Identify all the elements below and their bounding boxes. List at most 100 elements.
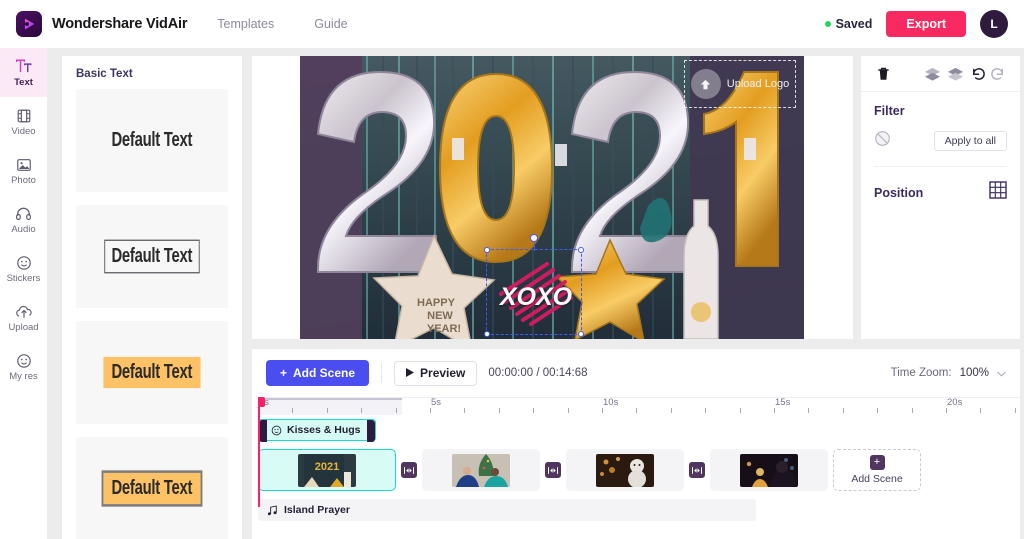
vidair-editor-app: Wondershare VidAir Templates Guide Saved…	[0, 0, 1024, 539]
time-zoom-control[interactable]: Time Zoom: 100%	[891, 364, 1006, 382]
upload-logo-dropzone[interactable]: Upload Logo	[684, 60, 796, 108]
ruler-tick	[739, 408, 741, 413]
ruler-tick	[430, 408, 431, 413]
upload-arrow-icon	[690, 69, 721, 99]
preview-button[interactable]: Preview	[394, 360, 478, 386]
timeline-ruler[interactable]: 0s5s10s15s20s	[258, 397, 1020, 415]
text-template-preview: Default Text	[101, 470, 203, 507]
scene-clip[interactable]	[566, 449, 684, 491]
text-template-card[interactable]: Default Text	[76, 437, 228, 539]
ruler-tick	[980, 408, 982, 413]
ruler-active-range	[258, 398, 402, 415]
trim-handle-left[interactable]	[259, 420, 267, 442]
sidebar-item-text[interactable]: Text	[0, 48, 47, 97]
time-current: 00:00:00	[488, 367, 534, 379]
transition-icon[interactable]	[689, 462, 705, 478]
text-icon	[15, 58, 32, 76]
time-total: 00:14:68	[542, 367, 588, 379]
redo-icon[interactable]	[988, 66, 1007, 82]
grid-icon[interactable]	[989, 181, 1007, 204]
sidebar-item-upload[interactable]: Upload	[0, 293, 47, 342]
sidebar-item-label: Audio	[11, 223, 36, 235]
filter-row: Apply to all	[874, 130, 1007, 152]
video-canvas[interactable]: HAPPY NEW YEAR! Upload Logo XOXO	[300, 56, 804, 339]
plus-icon: +	[869, 455, 885, 470]
no-filter-icon[interactable]	[874, 130, 891, 152]
sidebar-item-stickers[interactable]: Stickers	[0, 244, 47, 293]
ruler-tick	[533, 408, 535, 413]
nav-item-guide[interactable]: Guide	[314, 17, 347, 31]
app-logo[interactable]	[16, 11, 42, 37]
upload-cloud-icon	[15, 303, 33, 321]
text-template-panel: Basic Text Default Text Default Text Def…	[62, 56, 242, 539]
avatar[interactable]: L	[980, 10, 1008, 38]
brand-name: Wondershare VidAir	[52, 16, 188, 32]
scene-thumbnail	[452, 453, 510, 487]
sidebar-item-my-res[interactable]: My res	[0, 342, 47, 391]
text-template-card[interactable]: Default Text	[76, 89, 228, 192]
divider	[874, 166, 1007, 167]
scene-thumbnail	[596, 453, 654, 487]
transition-icon[interactable]	[401, 462, 417, 478]
inspector-panel: Filter Apply to all Position	[861, 56, 1020, 339]
ruler-tick	[1014, 408, 1016, 413]
ruler-tick	[670, 408, 672, 413]
ruler-tick	[911, 408, 913, 413]
upload-logo-label: Upload Logo	[726, 78, 790, 90]
export-button[interactable]: Export	[886, 11, 966, 37]
add-scene-tile[interactable]: + Add Scene	[833, 449, 921, 491]
sidebar-item-label: Upload	[8, 321, 39, 333]
sidebar-item-photo[interactable]: Photo	[0, 146, 47, 195]
playhead[interactable]	[258, 397, 265, 507]
left-rail: Text Video Photo Audio Stickers Upload M…	[0, 48, 47, 539]
trim-handle-right[interactable]	[367, 420, 375, 442]
add-scene-tile-label: Add Scene	[851, 473, 903, 485]
delete-icon[interactable]	[874, 66, 893, 82]
time-separator: /	[536, 367, 540, 379]
preview-label: Preview	[420, 366, 466, 380]
preview-stage: HAPPY NEW YEAR! Upload Logo XOXO	[252, 56, 853, 339]
smiley-icon	[271, 425, 282, 436]
nav-item-templates[interactable]: Templates	[217, 17, 274, 31]
play-icon	[406, 366, 415, 380]
saved-status: Saved	[824, 17, 873, 31]
transition-icon[interactable]	[545, 462, 561, 478]
add-scene-label: Add Scene	[293, 366, 356, 380]
text-overlay-selection[interactable]: XOXO	[484, 234, 584, 337]
ruler-tick	[842, 408, 844, 413]
ruler-tick	[808, 408, 810, 413]
sidebar-item-label: Video	[11, 125, 36, 137]
text-template-preview: Default Text	[103, 356, 201, 389]
header-nav: Templates Guide	[217, 17, 347, 31]
text-clip-label: Kisses & Hugs	[287, 424, 361, 436]
scene-thumbnail: 2021	[298, 453, 356, 487]
ruler-tick	[636, 408, 638, 413]
add-scene-button[interactable]: + Add Scene	[266, 360, 370, 386]
ruler-tick	[567, 408, 569, 413]
text-template-card[interactable]: Default Text	[76, 321, 228, 424]
scene-clip[interactable]	[422, 449, 540, 491]
scene-thumbnail	[740, 453, 798, 487]
ruler-tick-label: 20s	[947, 397, 963, 408]
text-clip[interactable]: Kisses & Hugs	[258, 419, 376, 442]
send-backward-icon[interactable]	[944, 66, 967, 82]
audio-clip[interactable]: Island Prayer	[258, 499, 756, 521]
sidebar-item-label: My res	[9, 370, 38, 382]
saved-label: Saved	[835, 17, 873, 31]
apply-to-all-button[interactable]: Apply to all	[933, 131, 1007, 151]
position-heading: Position	[874, 185, 924, 200]
ruler-tick	[705, 408, 707, 413]
sidebar-item-audio[interactable]: Audio	[0, 195, 47, 244]
sidebar-item-label: Text	[14, 76, 33, 88]
basic-text-heading: Basic Text	[76, 68, 133, 80]
scene-clip[interactable]: 2021	[258, 449, 396, 491]
scene-clip[interactable]	[710, 449, 828, 491]
bring-forward-icon[interactable]	[921, 66, 944, 82]
ruler-tick	[361, 408, 363, 413]
ruler-tick	[292, 408, 294, 413]
rotate-handle[interactable]	[530, 234, 538, 251]
text-template-card[interactable]: Default Text	[76, 205, 228, 308]
undo-icon[interactable]	[967, 66, 989, 82]
sidebar-item-video[interactable]: Video	[0, 97, 47, 146]
ruler-tick-label: 5s	[431, 397, 442, 408]
